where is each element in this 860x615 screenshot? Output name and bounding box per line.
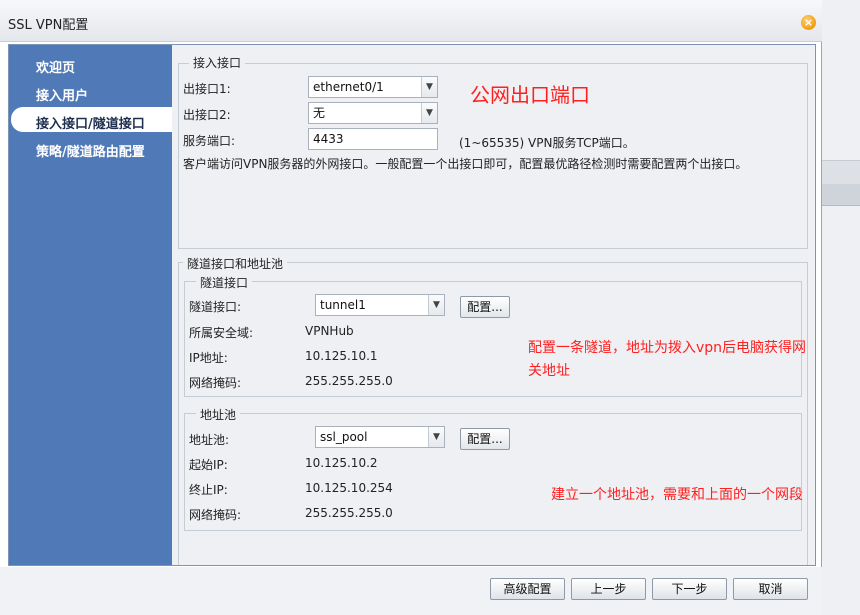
sidebar-item-access-users[interactable]: 接入用户 xyxy=(36,85,88,104)
pool-config-button[interactable]: 配置... xyxy=(460,428,510,450)
dialog-body: 欢迎页 接入用户 接入接口/隧道接口 策略/隧道路由配置 接入接口 出接口1: … xyxy=(8,44,816,566)
sidebar-item-welcome[interactable]: 欢迎页 xyxy=(36,57,75,76)
pool-mask-label: 网络掩码: xyxy=(189,508,242,522)
chevron-down-icon[interactable]: ▼ xyxy=(428,427,444,447)
out-if1-select[interactable]: ethernet0/1 ▼ xyxy=(308,76,438,98)
chevron-down-icon[interactable]: ▼ xyxy=(428,295,444,315)
annotation-pool: 建立一个地址池，需要和上面的一个网段 xyxy=(551,487,803,503)
tunnel-mask-label: 网络掩码: xyxy=(189,376,242,390)
service-port-hint: (1~65535) VPN服务TCP端口。 xyxy=(459,136,635,150)
pool-label: 地址池: xyxy=(189,433,230,447)
service-port-input[interactable]: 4433 xyxy=(308,128,438,150)
tunnel-ip-value: 10.125.10.1 xyxy=(305,349,378,363)
background-stripe xyxy=(822,184,860,206)
zone-value: VPNHub xyxy=(305,324,354,338)
out-if2-select[interactable]: 无 ▼ xyxy=(308,102,438,124)
zone-label: 所属安全域: xyxy=(189,326,254,340)
tunnel-pool-legend: 隧道接口和地址池 xyxy=(183,255,288,272)
end-ip-label: 终止IP: xyxy=(189,483,228,497)
tunnel-ip-label: IP地址: xyxy=(189,351,228,365)
advanced-config-button[interactable]: 高级配置 xyxy=(490,578,565,600)
out-if1-label: 出接口1: xyxy=(183,82,231,96)
access-interface-legend: 接入接口 xyxy=(189,54,246,71)
ssl-vpn-dialog: SSL VPN配置 × 欢迎页 接入用户 接入接口/隧道接口 策略/隧道路由配置… xyxy=(0,0,822,615)
pool-legend: 地址池 xyxy=(196,406,241,423)
tunnel-interface-label: 隧道接口: xyxy=(189,300,242,314)
tunnel-interface-value: tunnel1 xyxy=(320,298,366,312)
service-port-label: 服务端口: xyxy=(183,134,236,148)
chevron-down-icon[interactable]: ▼ xyxy=(421,77,437,97)
annotation-public-port: 公网出口端口 xyxy=(470,83,590,107)
dialog-title: SSL VPN配置 xyxy=(8,18,89,33)
next-button[interactable]: 下一步 xyxy=(652,578,727,600)
tunnel-config-button[interactable]: 配置... xyxy=(460,296,510,318)
start-ip-value: 10.125.10.2 xyxy=(305,456,378,470)
chevron-down-icon[interactable]: ▼ xyxy=(421,103,437,123)
cancel-button[interactable]: 取消 xyxy=(733,578,808,600)
annotation-tunnel-line1: 配置一条隧道，地址为拨入vpn后电脑获得网 xyxy=(528,340,807,356)
pool-mask-value: 255.255.255.0 xyxy=(305,506,393,520)
out-if2-value: 无 xyxy=(313,106,326,120)
background-app-area xyxy=(822,0,860,615)
background-stripe xyxy=(822,160,860,184)
tunnel-interface-select[interactable]: tunnel1 ▼ xyxy=(315,294,445,316)
sidebar: 欢迎页 接入用户 接入接口/隧道接口 策略/隧道路由配置 xyxy=(9,45,172,565)
close-icon[interactable]: × xyxy=(801,15,816,30)
dialog-footer: 高级配置 上一步 下一步 取消 xyxy=(0,567,822,615)
tunnel-mask-value: 255.255.255.0 xyxy=(305,374,393,388)
end-ip-value: 10.125.10.254 xyxy=(305,481,393,495)
titlebar: SSL VPN配置 × xyxy=(0,0,822,42)
prev-button[interactable]: 上一步 xyxy=(571,578,646,600)
content-panel: 接入接口 出接口1: ethernet0/1 ▼ 出接口2: 无 ▼ 服务端口:… xyxy=(172,45,815,565)
pool-select[interactable]: ssl_pool ▼ xyxy=(315,426,445,448)
tunnel-legend: 隧道接口 xyxy=(196,274,253,291)
out-if2-label: 出接口2: xyxy=(183,108,231,122)
sidebar-item-policy-routes[interactable]: 策略/隧道路由配置 xyxy=(36,141,145,160)
start-ip-label: 起始IP: xyxy=(189,458,228,472)
out-if1-value: ethernet0/1 xyxy=(313,80,384,94)
annotation-tunnel-line2: 关地址 xyxy=(528,363,570,379)
service-port-value: 4433 xyxy=(313,132,344,146)
pool-value: ssl_pool xyxy=(320,430,368,444)
sidebar-item-interfaces[interactable]: 接入接口/隧道接口 xyxy=(36,113,145,132)
access-interface-description: 客户端访问VPN服务器的外网接口。一般配置一个出接口即可，配置最优路径检测时需要… xyxy=(183,157,748,171)
